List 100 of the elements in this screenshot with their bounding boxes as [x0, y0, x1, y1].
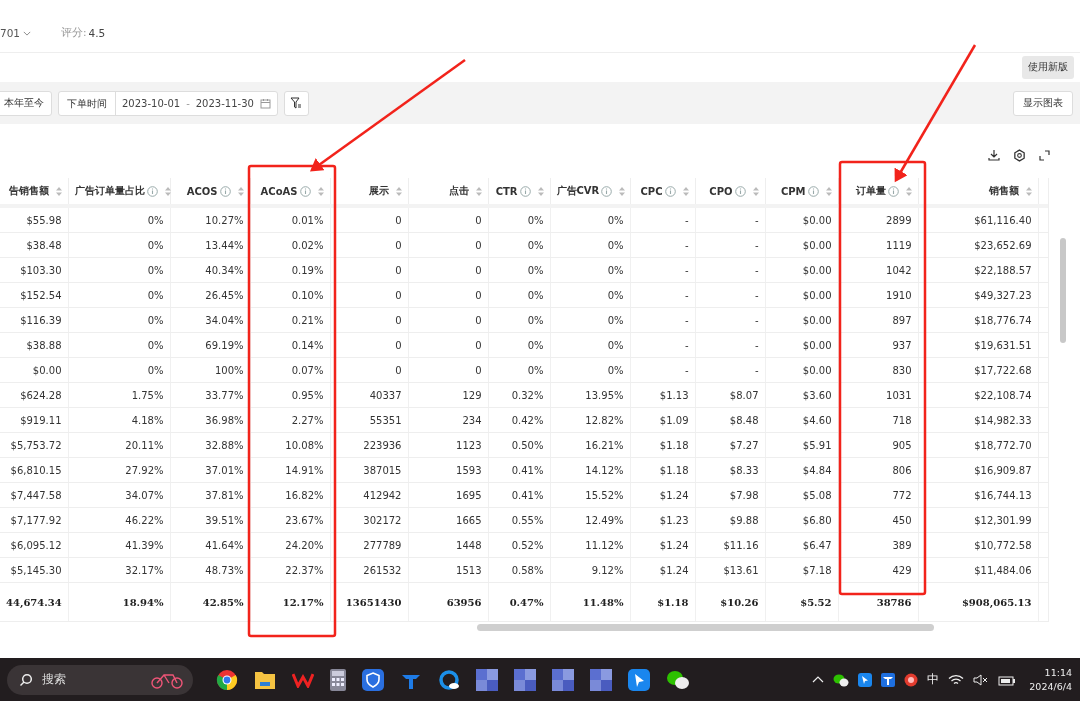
rating-value: 4.5	[88, 27, 106, 39]
preset-button[interactable]: 本年至今	[0, 90, 52, 116]
wifi-icon[interactable]	[948, 673, 965, 686]
chat-bubbles-icon[interactable]	[833, 672, 850, 687]
table-cell: $22,108.74	[918, 382, 1038, 408]
table-cell: 0	[330, 357, 408, 383]
column-header[interactable]: CPC	[630, 178, 695, 206]
table-cell: 1031	[838, 382, 918, 408]
table-cell: $11.16	[695, 532, 765, 558]
table-cell: -	[695, 232, 765, 258]
chat-bubbles-icon[interactable]	[666, 668, 690, 691]
date-range-picker[interactable]: 下单时间 2023-10-01 - 2023-11-30	[58, 90, 278, 116]
vertical-scrollbar[interactable]	[1060, 238, 1066, 343]
new-version-button[interactable]: 使用新版	[1022, 56, 1074, 79]
table-cell: $4.84	[765, 457, 838, 483]
column-header[interactable]: CTR	[488, 178, 550, 206]
table-cell: 100%	[170, 357, 250, 383]
column-header[interactable]: ACoAS	[250, 178, 330, 206]
table-cell: 0.02%	[250, 232, 330, 258]
table-cell: 0	[408, 282, 488, 308]
shield-icon[interactable]	[362, 668, 384, 691]
horizontal-scrollbar[interactable]	[477, 624, 934, 631]
table-cell: $116.39	[0, 307, 68, 333]
table-cell: 0.19%	[250, 257, 330, 283]
table-cell: 0	[330, 257, 408, 283]
w-logo-icon[interactable]	[292, 671, 314, 688]
blurred-app-icon[interactable]	[514, 668, 536, 691]
table-cell: -	[630, 307, 695, 333]
settings-icon[interactable]	[1013, 148, 1026, 162]
table-cell: 0	[408, 307, 488, 333]
clock-date[interactable]: 2024/6/4	[1029, 679, 1072, 694]
column-header[interactable]: 展示	[330, 178, 408, 206]
date-separator: -	[186, 97, 190, 109]
table-cell: $6.47	[765, 532, 838, 558]
table-cell: -	[630, 232, 695, 258]
table-cell: 48.73%	[170, 557, 250, 583]
table-cell: 0%	[68, 282, 170, 308]
table-cell: $6,095.12	[0, 532, 68, 558]
blurred-app-icon[interactable]	[476, 668, 498, 691]
column-header[interactable]: 广告订单量占比	[68, 178, 170, 206]
table-cell: 0.01%	[250, 206, 330, 233]
table-cell: 1695	[408, 482, 488, 508]
fullscreen-icon[interactable]	[1039, 149, 1050, 161]
column-header[interactable]: 广告CVR	[550, 178, 630, 206]
table-cell: 0.50%	[488, 432, 550, 458]
input-method-indicator[interactable]: 中	[927, 671, 940, 688]
table-cell: 37.81%	[170, 482, 250, 508]
table-cell: 0.58%	[488, 557, 550, 583]
column-header[interactable]: CPM	[765, 178, 838, 206]
table-cell: 429	[838, 557, 918, 583]
blurred-app-icon[interactable]	[552, 668, 574, 691]
column-header[interactable]: 告销售额	[0, 178, 68, 206]
record-icon[interactable]	[904, 672, 919, 687]
total-cell: 13651430	[330, 582, 408, 622]
table-cell: 23.67%	[250, 507, 330, 533]
table-cell: -	[695, 332, 765, 358]
column-header[interactable]: 点击	[408, 178, 488, 206]
table-cell: $18,776.74	[918, 307, 1038, 333]
total-cell: 44,674.34	[0, 582, 68, 622]
download-icon[interactable]	[988, 149, 1000, 161]
battery-icon[interactable]	[998, 673, 1017, 686]
table-cell: 11.12%	[550, 532, 630, 558]
filter-icon-button[interactable]	[283, 90, 309, 116]
table-cell: 0%	[68, 257, 170, 283]
table-cell: 0%	[550, 206, 630, 233]
table-cell: 0.42%	[488, 407, 550, 433]
calculator-icon[interactable]	[330, 668, 346, 691]
column-header[interactable]: ACOS	[170, 178, 250, 206]
folder-icon[interactable]	[254, 669, 276, 690]
column-header[interactable]: 订单量	[838, 178, 918, 206]
table-cell: $5.08	[765, 482, 838, 508]
table-cell: 0	[330, 332, 408, 358]
table-cell: 1665	[408, 507, 488, 533]
q-logo-icon[interactable]	[438, 668, 460, 691]
browser-icon[interactable]	[216, 668, 238, 691]
table-cell: 830	[838, 357, 918, 383]
table-cell: 0%	[488, 206, 550, 233]
table-cell: 0	[330, 232, 408, 258]
blurred-app-icon[interactable]	[590, 668, 612, 691]
show-chart-button[interactable]: 显示图表	[1013, 90, 1073, 116]
table-cell: 37.01%	[170, 457, 250, 483]
table-cell: 129	[408, 382, 488, 408]
speaker-muted-icon[interactable]	[973, 673, 990, 686]
end-date: 2023-11-30	[195, 97, 254, 109]
table-cell: 40.34%	[170, 257, 250, 283]
store-select[interactable]: 701	[0, 27, 32, 39]
taskbar-search-field[interactable]: 搜索	[7, 664, 193, 695]
column-header[interactable]: 销售额	[918, 178, 1038, 206]
table-cell: 0%	[550, 232, 630, 258]
table-cell: $1.13	[630, 382, 695, 408]
clock-time[interactable]: 11:14	[1044, 665, 1072, 680]
table-cell: $18,772.70	[918, 432, 1038, 458]
total-cell: 11.48%	[550, 582, 630, 622]
column-header[interactable]: CPO	[695, 178, 765, 206]
table-cell: $1.24	[630, 532, 695, 558]
chevron-up-icon[interactable]	[812, 676, 825, 683]
table-cell: 40337	[330, 382, 408, 408]
table-cell: 0.32%	[488, 382, 550, 408]
table-cell: $919.11	[0, 407, 68, 433]
table-cell: 0%	[488, 307, 550, 333]
